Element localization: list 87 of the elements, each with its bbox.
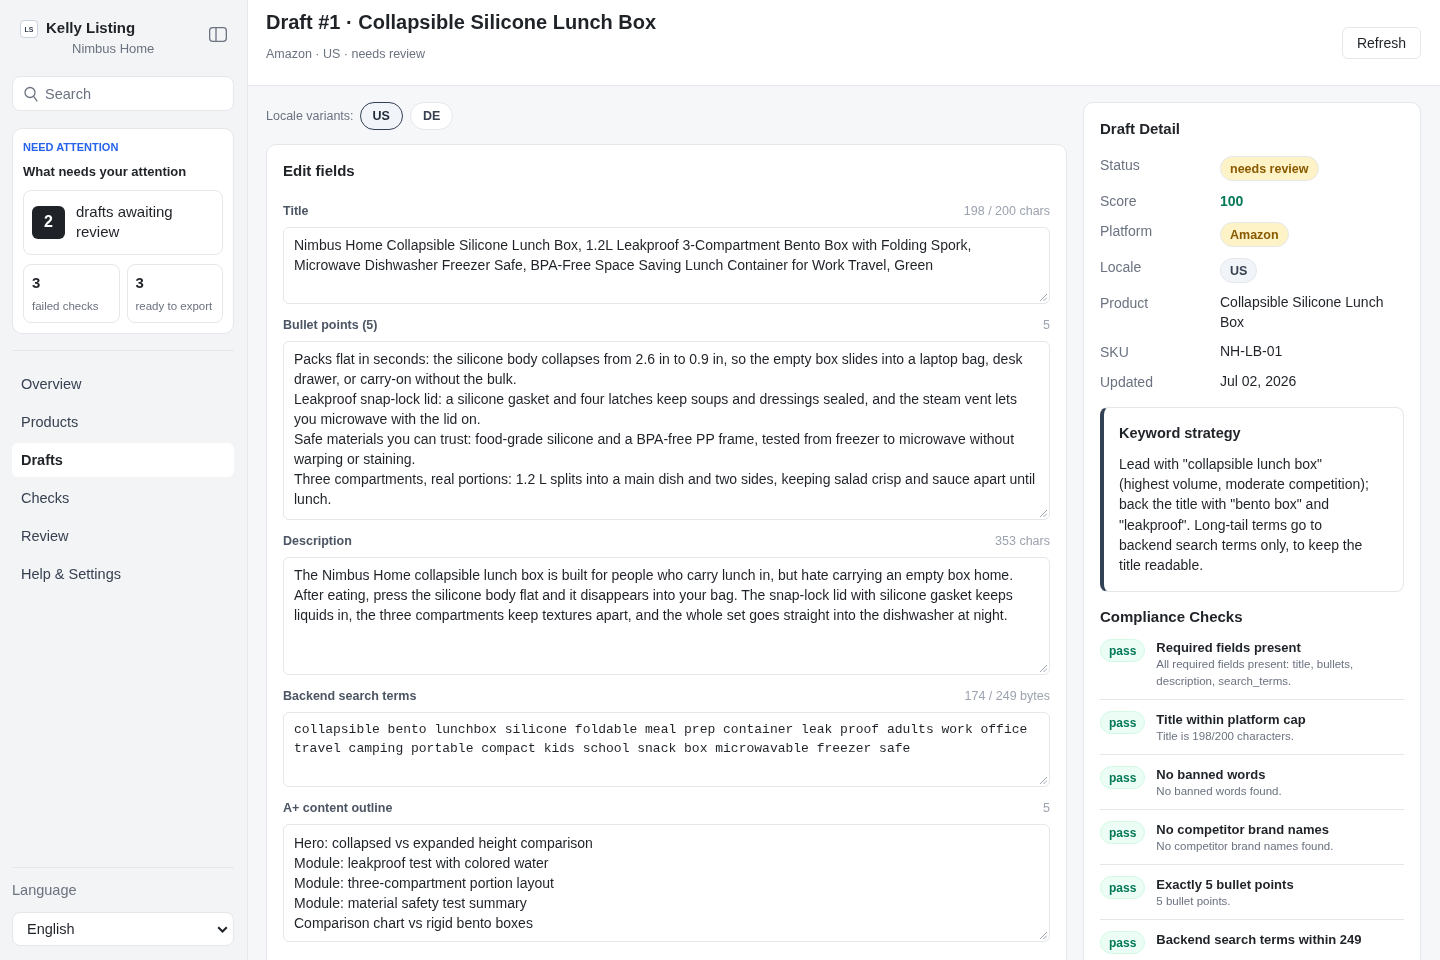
- check-status-pill: pass: [1100, 821, 1146, 845]
- detail-pill: needs review: [1220, 156, 1319, 181]
- field-label: Description: [283, 533, 352, 549]
- brand-name: Kelly Listing: [46, 19, 137, 37]
- locale-chip[interactable]: US: [359, 102, 403, 130]
- check-detail: Title is 198/200 characters.: [1156, 729, 1295, 745]
- locale-label: Locale variants:: [266, 109, 354, 123]
- check-status-pill: pass: [1100, 766, 1146, 790]
- detail-label: SKU: [1100, 343, 1130, 362]
- field-counter: 198 / 200 chars: [963, 203, 1050, 219]
- bullet-points-field[interactable]: Packs flat in seconds: the silicone body collapses from 2.6 in to 0.9 in, so the empty box slides into a laptop bag, desk drawer, or carry-on without the bulk. Leakproof snap-lock lid: a silicone gasket and four latches keep soups and dressings sealed, and the steam vent lets you microwave with the lid on. Safe materials you can trust: food-grade silicone and a BPA-free PP frame, tested from freezer to microwave without warping or staining. Three compartments, real portions: 1.2 L splits into a main dish and two sides, keeping salad crisp and sauce apart until lunch.: [283, 341, 1050, 520]
- stat-label: ready to export: [135, 299, 214, 313]
- check-status-pill: pass: [1100, 711, 1146, 735]
- title-field[interactable]: Nimbus Home Collapsible Silicone Lunch Box, 1.2L Leakproof 3-Compartment Bento Box with Folding Spork, Microwave Dishwasher Freezer Safe, BPA-Free Space Saving Lunch Container for Work Travel, Green: [283, 227, 1050, 304]
- detail-label: Platform: [1100, 222, 1154, 241]
- refresh-button[interactable]: Refresh: [1341, 27, 1421, 59]
- stat-count: 3: [32, 273, 42, 293]
- field-counter: 353 chars: [995, 533, 1050, 549]
- content-outline-field[interactable]: Hero: collapsed vs expanded height comparison Module: leakproof test with colored water Module: three-compartment portion layout Module: material safety test summary Comparison chart vs rigid bento boxes: [283, 824, 1050, 942]
- detail-pill: Amazon: [1220, 222, 1289, 247]
- stat-count: 3: [135, 273, 145, 293]
- resize-handle-icon[interactable]: [1039, 776, 1047, 784]
- check-detail: 5 bullet points.: [1156, 894, 1232, 910]
- check-title: Backend search terms within 249: [1156, 931, 1362, 949]
- field-label: Bullet points (5): [283, 317, 378, 333]
- page-title: Draft #1 · Collapsible Silicone Lunch Box: [266, 10, 657, 35]
- nav-item[interactable]: Drafts: [12, 443, 234, 477]
- resize-handle-icon[interactable]: [1039, 664, 1047, 672]
- field-label: Backend search terms: [283, 688, 417, 704]
- stat-label: failed checks: [32, 299, 100, 313]
- detail-label: Updated: [1100, 373, 1154, 392]
- draft-detail-heading: Draft Detail: [1100, 119, 1182, 139]
- language-select[interactable]: English: [12, 912, 234, 946]
- resize-handle-icon[interactable]: [1039, 293, 1047, 301]
- field-label: Title: [283, 203, 309, 219]
- edit-fields-heading: Edit fields: [283, 161, 356, 181]
- resize-handle-icon[interactable]: [1039, 509, 1047, 517]
- locale-chip[interactable]: DE: [409, 102, 454, 130]
- note-body: Lead with "collapsible lunch box" (highest volume, moderate competition); back the title with "bento box" and "leakproof". Long-tail terms go to backend search terms only, to keep the title readable.: [1119, 455, 1370, 575]
- check-status-pill: pass: [1100, 931, 1146, 955]
- note-title: Keyword strategy: [1119, 424, 1242, 443]
- search-icon: [24, 86, 38, 102]
- check-title: Required fields present: [1156, 639, 1302, 657]
- check-title: Title within platform cap: [1156, 711, 1306, 729]
- attention-eyebrow: NEED ATTENTION: [23, 140, 120, 154]
- field-label: A+ content outline: [283, 800, 393, 816]
- sidebar-toggle-icon[interactable]: [209, 27, 227, 42]
- detail-value: Collapsible Silicone Lunch Box: [1220, 293, 1385, 332]
- detail-value: NH-LB-01: [1220, 342, 1284, 361]
- resize-handle-icon[interactable]: [1039, 931, 1047, 939]
- drafts-awaiting-card[interactable]: 2 drafts awaiting review: [23, 190, 223, 255]
- detail-pill: US: [1220, 258, 1258, 283]
- check-detail: No banned words found.: [1156, 784, 1282, 800]
- check-detail: No competitor brand names found.: [1156, 839, 1334, 855]
- check-detail: All required fields present: title, bullets, description, search_terms.: [1156, 657, 1355, 690]
- detail-label: Score: [1100, 192, 1138, 211]
- check-title: Exactly 5 bullet points: [1156, 876, 1294, 894]
- nav-item[interactable]: Help & Settings: [12, 557, 234, 591]
- check-title: No banned words: [1156, 766, 1267, 784]
- field-counter: 5: [1043, 317, 1050, 333]
- nav-item[interactable]: Overview: [12, 367, 234, 401]
- chevron-down-icon: [217, 925, 228, 933]
- nav-item[interactable]: Products: [12, 405, 234, 439]
- score-value: 100: [1220, 192, 1245, 211]
- search-field[interactable]: Search: [12, 76, 234, 111]
- attention-title: What needs your attention: [23, 164, 188, 180]
- nav-item[interactable]: Review: [12, 519, 234, 553]
- check-status-pill: pass: [1100, 876, 1146, 900]
- check-title: No competitor brand names: [1156, 821, 1330, 839]
- page-subtitle: Amazon · US · needs review: [266, 46, 427, 62]
- check-status-pill: pass: [1100, 639, 1146, 663]
- brand-subtitle: Nimbus Home: [72, 41, 156, 57]
- stat-card[interactable]: 3 ready to export: [126, 264, 223, 323]
- stat-card[interactable]: 3 failed checks: [23, 264, 120, 323]
- compliance-heading: Compliance Checks: [1100, 607, 1244, 628]
- detail-label: Status: [1100, 156, 1141, 175]
- detail-value: Jul 02, 2026: [1220, 372, 1298, 391]
- language-label: Language: [12, 881, 78, 899]
- drafts-label: drafts awaiting review: [76, 202, 174, 242]
- field-counter: 5: [1043, 800, 1050, 816]
- field-counter: 174 / 249 bytes: [964, 688, 1050, 704]
- drafts-count: 2: [32, 205, 65, 239]
- search-terms-field[interactable]: collapsible bento lunchbox silicone foldable meal prep container leak proof adults work office travel camping portable compact kids school snack box microwavable freezer safe: [283, 712, 1050, 787]
- detail-label: Product: [1100, 294, 1150, 313]
- nav-item[interactable]: Checks: [12, 481, 234, 515]
- description-field[interactable]: The Nimbus Home collapsible lunch box is built for people who carry lunch in, but hate carrying an empty box home. After eating, press the silicone body flat and it disappears into your bag. The snap-lock lid with silicone gasket keeps liquids in, the three compartments keep textures apart, and the whole set goes straight into the dishwasher at night.: [283, 557, 1050, 675]
- detail-label: Locale: [1100, 258, 1143, 277]
